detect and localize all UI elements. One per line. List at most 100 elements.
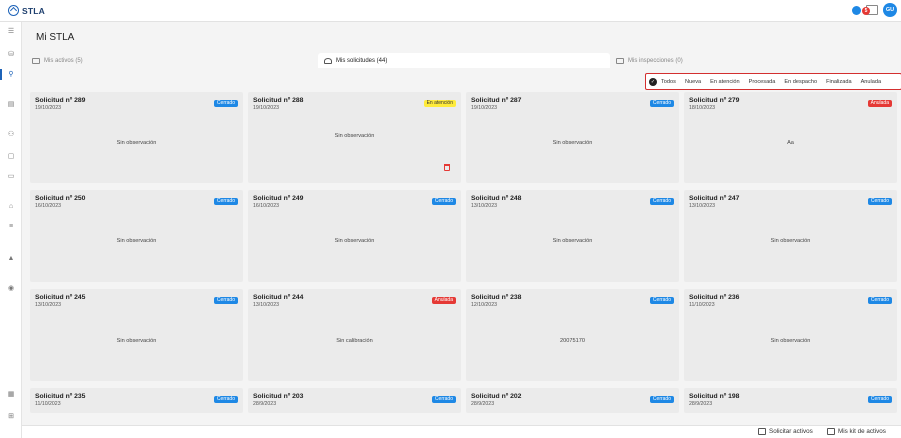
card-observation: Sin observación — [334, 238, 375, 244]
card-observation: Sin observación — [334, 133, 375, 139]
request-card[interactable]: Solicitud nº 279 18/10/2023 Anulada Aa — [684, 92, 897, 183]
filter-finalizada[interactable]: Finalizada — [826, 79, 852, 85]
eye-icon[interactable]: ◉ — [6, 284, 16, 293]
requests-icon[interactable]: ⚲ — [0, 69, 16, 80]
tab-my-inspections[interactable]: Mis inspecciones (0) — [610, 53, 901, 68]
check-icon: ✓ — [649, 77, 657, 86]
top-right-actions: 5 GU — [852, 3, 897, 17]
filter-procesada[interactable]: Procesada — [749, 79, 776, 85]
list-icon[interactable]: ≡ — [6, 222, 16, 231]
menu-icon[interactable]: ☰ — [6, 27, 16, 36]
request-card[interactable]: Solicitud nº 289 19/10/2023 Cerrado Sin … — [30, 92, 243, 183]
card-date: 13/10/2023 — [689, 203, 715, 209]
status-badge: Cerrado — [431, 396, 456, 403]
card-date: 28/9/2023 — [471, 401, 495, 407]
top-bar: STLA 5 GU — [0, 0, 901, 22]
card-date: 13/10/2023 — [471, 203, 497, 209]
tab-label: Mis activos (5) — [44, 57, 83, 64]
request-card[interactable]: Solicitud nº 202 28/9/2023 Cerrado — [466, 388, 679, 413]
status-badge: Cerrado — [213, 198, 238, 205]
main-content: Mi STLA Mis activos (5) Mis solicitudes … — [22, 22, 901, 438]
filter-nueva[interactable]: Nueva — [685, 79, 701, 85]
user-request-icon — [324, 57, 332, 64]
request-assets-label: Solicitar activos — [769, 428, 813, 435]
avatar[interactable]: GU — [883, 3, 897, 17]
card-title: Solicitud nº 203 — [253, 393, 304, 400]
tab-my-requests[interactable]: Mis solicitudes (44) — [318, 53, 610, 68]
request-card[interactable]: Solicitud nº 203 28/9/2023 Cerrado — [248, 388, 461, 413]
card-date: 16/10/2023 — [35, 203, 61, 209]
request-card[interactable]: Solicitud nº 198 28/9/2023 Cerrado — [684, 388, 897, 413]
request-card[interactable]: Solicitud nº 250 16/10/2023 Cerrado Sin … — [30, 190, 243, 282]
filter-anulada[interactable]: Anulada — [861, 79, 882, 85]
trash-icon[interactable] — [444, 164, 450, 171]
settings-grid-icon[interactable]: ⊞ — [6, 412, 16, 421]
status-badge: Cerrado — [649, 396, 674, 403]
status-filter-bar: ✓ Todos Nueva En atención Procesada En d… — [645, 73, 901, 90]
card-title: Solicitud nº 288 — [253, 97, 304, 104]
users-icon[interactable]: ⚇ — [6, 130, 16, 139]
card-title: Solicitud nº 248 — [471, 195, 522, 202]
card-date: 19/10/2023 — [35, 105, 61, 111]
card-title: Solicitud nº 244 — [253, 294, 304, 301]
card-date: 28/9/2023 — [689, 401, 713, 407]
status-badge: Cerrado — [431, 198, 456, 205]
request-assets-button[interactable]: Solicitar activos — [758, 428, 813, 435]
assets-icon[interactable]: ⛁ — [6, 50, 16, 59]
request-card[interactable]: Solicitud nº 244 13/10/2023 Anulada Sin … — [248, 289, 461, 381]
card-title: Solicitud nº 247 — [689, 195, 740, 202]
request-card[interactable]: Solicitud nº 245 13/10/2023 Cerrado Sin … — [30, 289, 243, 381]
card-title: Solicitud nº 202 — [471, 393, 522, 400]
my-kit-button[interactable]: Mis kit de activos — [827, 428, 886, 435]
card-date: 13/10/2023 — [35, 302, 61, 308]
card-observation: Sin calibración — [336, 338, 373, 344]
notification-badge: 5 — [862, 7, 870, 15]
card-date: 28/9/2023 — [253, 401, 277, 407]
tab-my-assets[interactable]: Mis activos (5) — [26, 53, 318, 68]
briefcase-icon — [32, 57, 40, 64]
card-date: 18/10/2023 — [689, 105, 715, 111]
status-badge: Cerrado — [649, 297, 674, 304]
request-card[interactable]: Solicitud nº 288 19/10/2023 En atención … — [248, 92, 461, 183]
card-observation: Aa — [787, 140, 794, 146]
filter-en-atencion[interactable]: En atención — [710, 79, 740, 85]
request-icon — [758, 428, 766, 435]
card-observation: Sin observación — [552, 140, 593, 146]
card-date: 11/10/2023 — [689, 302, 715, 308]
request-card[interactable]: Solicitud nº 287 19/10/2023 Cerrado Sin … — [466, 92, 679, 183]
status-badge: Cerrado — [649, 198, 674, 205]
request-card[interactable]: Solicitud nº 238 12/10/2023 Cerrado 2007… — [466, 289, 679, 381]
request-card[interactable]: Solicitud nº 249 16/10/2023 Cerrado Sin … — [248, 190, 461, 282]
request-card[interactable]: Solicitud nº 247 13/10/2023 Cerrado Sin … — [684, 190, 897, 282]
status-badge: Cerrado — [867, 297, 892, 304]
card-date: 13/10/2023 — [253, 302, 279, 308]
request-card[interactable]: Solicitud nº 236 11/10/2023 Cerrado Sin … — [684, 289, 897, 381]
brand[interactable]: STLA — [8, 5, 45, 16]
card-date: 11/10/2023 — [35, 401, 61, 407]
status-badge: Cerrado — [213, 297, 238, 304]
notification-icon[interactable]: 5 — [862, 5, 878, 15]
card-observation: Sin observación — [770, 238, 811, 244]
status-badge: Anulada — [431, 297, 456, 304]
card-observation: Sin observación — [116, 140, 157, 146]
grid-icon[interactable]: ▦ — [6, 390, 16, 399]
filter-todos[interactable]: Todos — [661, 79, 676, 85]
card-title: Solicitud nº 245 — [35, 294, 86, 301]
brand-name: STLA — [22, 5, 45, 16]
status-badge: Anulada — [867, 100, 892, 107]
status-badge: Cerrado — [867, 198, 892, 205]
calendar-icon[interactable]: ▤ — [6, 100, 16, 109]
inbox-icon[interactable]: ⌂ — [6, 202, 16, 211]
card-date: 12/10/2023 — [471, 302, 497, 308]
folder-icon[interactable]: ▭ — [6, 172, 16, 181]
card-observation: Sin observación — [552, 238, 593, 244]
request-card[interactable]: Solicitud nº 235 11/10/2023 Cerrado — [30, 388, 243, 413]
status-dot-icon[interactable] — [852, 5, 861, 15]
card-date: 16/10/2023 — [253, 203, 279, 209]
page-title: Mi STLA — [36, 32, 75, 43]
filter-en-despacho[interactable]: En despacho — [784, 79, 817, 85]
triangle-icon[interactable]: ▲ — [6, 254, 16, 263]
clipboard-icon[interactable]: ▢ — [6, 152, 16, 161]
request-card[interactable]: Solicitud nº 248 13/10/2023 Cerrado Sin … — [466, 190, 679, 282]
card-title: Solicitud nº 279 — [689, 97, 740, 104]
